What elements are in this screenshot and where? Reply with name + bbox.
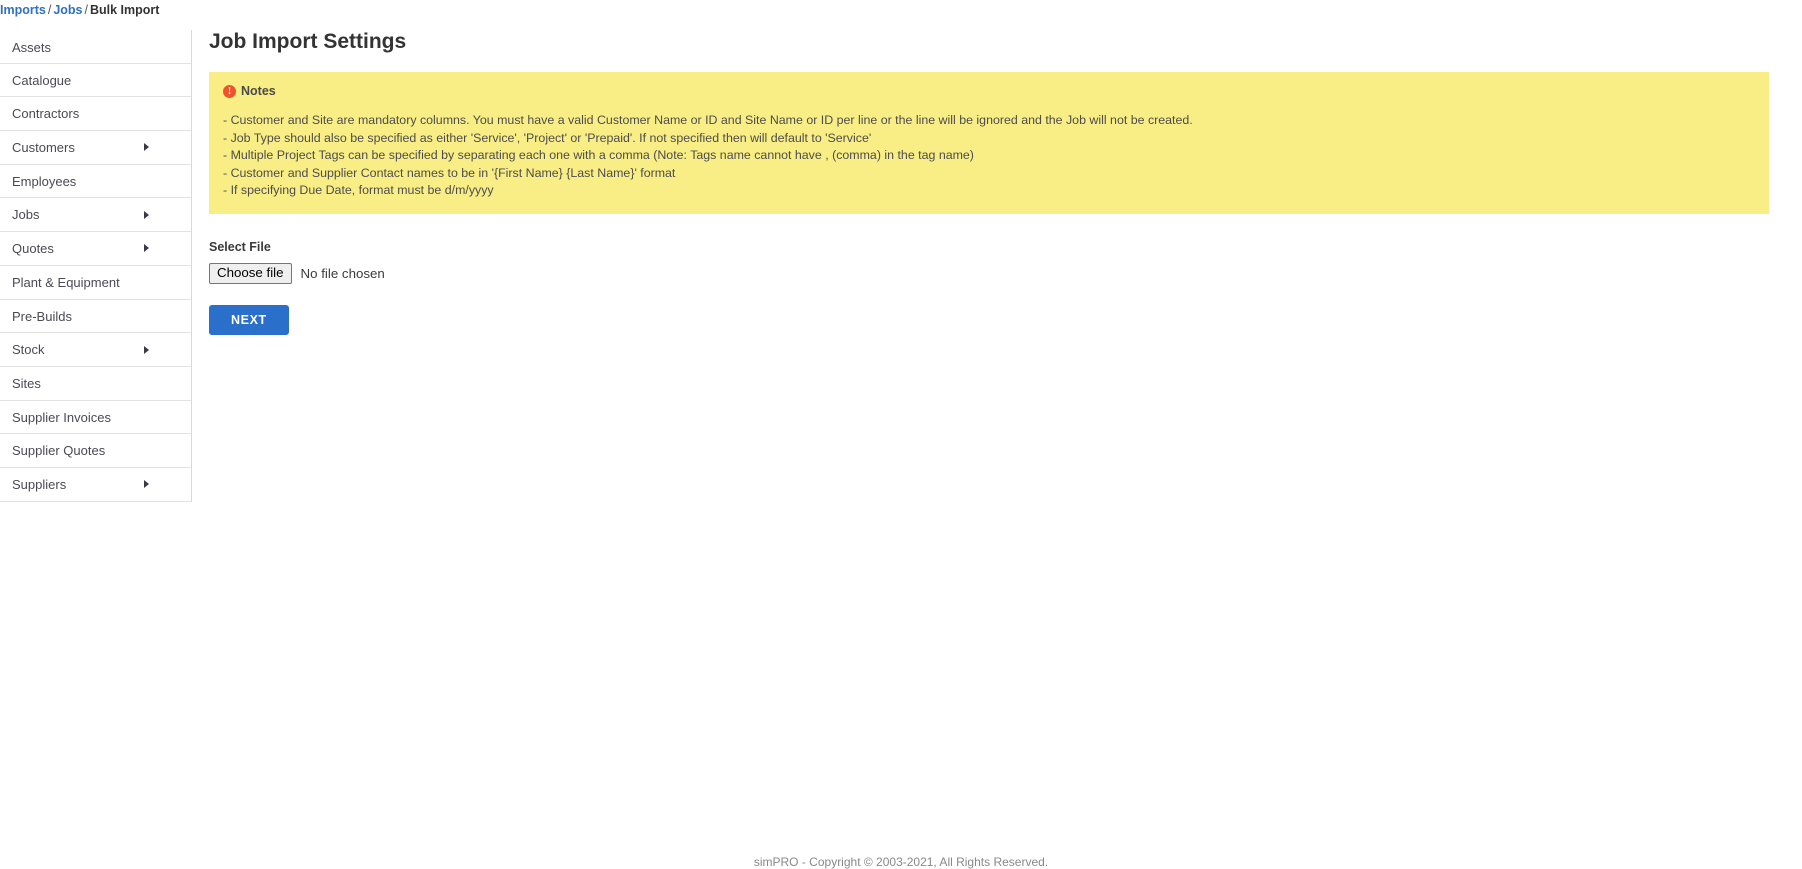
notes-header: ! Notes xyxy=(219,84,1759,98)
sidebar-item-assets[interactable]: Assets xyxy=(0,30,191,64)
breadcrumb: Imports / Jobs / Bulk Import xyxy=(0,0,159,20)
sidebar-item-label: Stock xyxy=(12,342,45,358)
note-line: - Customer and Site are mandatory column… xyxy=(223,113,1193,127)
sidebar-item-label: Customers xyxy=(12,140,75,156)
footer: simPRO - Copyright © 2003-2021, All Righ… xyxy=(0,855,1802,869)
breadcrumb-item-bulk-import: Bulk Import xyxy=(90,3,160,17)
note-line: - Customer and Supplier Contact names to… xyxy=(223,165,676,180)
file-input-row[interactable]: Choose file No file chosen xyxy=(209,263,1780,285)
sidebar-item-label: Employees xyxy=(12,173,77,189)
breadcrumb-item-imports[interactable]: Imports xyxy=(0,3,46,17)
breadcrumb-separator: / xyxy=(84,3,88,17)
sidebar-item-label: Suppliers xyxy=(12,476,67,492)
page-title: Job Import Settings xyxy=(209,30,407,53)
note-line: - Job Type should also be specified as e… xyxy=(223,130,872,145)
next-button[interactable]: NEXT xyxy=(209,304,289,335)
notes-panel: ! Notes - Customer and Site are mandator… xyxy=(209,72,1769,214)
breadcrumb-item-jobs[interactable]: Jobs xyxy=(53,3,82,17)
choose-file-button[interactable]: Choose file xyxy=(209,263,292,284)
sidebar-item-label: Supplier Invoices xyxy=(12,409,111,425)
sidebar-item-label: Catalogue xyxy=(12,72,72,88)
footer-copyright-text: simPRO - Copyright © 2003-2021, All Righ… xyxy=(753,855,1049,869)
chevron-right-icon xyxy=(144,143,149,152)
sidebar-item-stock[interactable]: Stock xyxy=(0,333,191,367)
sidebar-item-label: Assets xyxy=(12,40,52,55)
sidebar-item-plant-and-equipment[interactable]: Plant & Equipment xyxy=(0,266,191,300)
sidebar-item-contractors[interactable]: Contractors xyxy=(0,97,191,132)
file-status-text: No file chosen xyxy=(300,266,385,281)
sidebar-item-jobs[interactable]: Jobs xyxy=(0,198,191,233)
select-file-label: Select File xyxy=(209,239,271,254)
sidebar-item-label: Sites xyxy=(12,375,41,391)
sidebar-item-label: Contractors xyxy=(12,106,80,122)
chevron-right-icon xyxy=(144,345,149,354)
sidebar-item-catalogue[interactable]: Catalogue xyxy=(0,64,191,98)
sidebar-item-supplier-invoices[interactable]: Supplier Invoices xyxy=(0,401,191,435)
sidebar-item-quotes[interactable]: Quotes xyxy=(0,232,191,266)
sidebar-item-customers[interactable]: Customers xyxy=(0,131,191,165)
sidebar: Assets Catalogue Contractors Customers E… xyxy=(0,30,192,502)
note-line: - Multiple Project Tags can be specified… xyxy=(223,148,974,162)
sidebar-item-sites[interactable]: Sites xyxy=(0,367,191,401)
sidebar-item-label: Jobs xyxy=(12,207,40,223)
sidebar-item-supplier-quotes[interactable]: Supplier Quotes xyxy=(0,434,191,468)
main-content: Job Import Settings ! Notes - Customer a… xyxy=(209,30,1780,335)
sidebar-item-suppliers[interactable]: Suppliers xyxy=(0,468,191,502)
sidebar-item-pre-builds[interactable]: Pre-Builds xyxy=(0,300,191,334)
sidebar-item-label: Quotes xyxy=(12,241,54,257)
chevron-right-icon xyxy=(144,244,149,253)
sidebar-item-employees[interactable]: Employees xyxy=(0,165,191,199)
exclamation-circle-icon: ! xyxy=(223,84,236,98)
note-line: - If specifying Due Date, format must be… xyxy=(223,183,494,197)
sidebar-item-label: Supplier Quotes xyxy=(12,443,106,459)
chevron-right-icon xyxy=(144,480,149,489)
sidebar-item-label: Pre-Builds xyxy=(12,308,72,324)
sidebar-item-label: Plant & Equipment xyxy=(12,274,120,290)
chevron-right-icon xyxy=(144,210,149,219)
notes-heading-label: Notes xyxy=(241,84,276,98)
